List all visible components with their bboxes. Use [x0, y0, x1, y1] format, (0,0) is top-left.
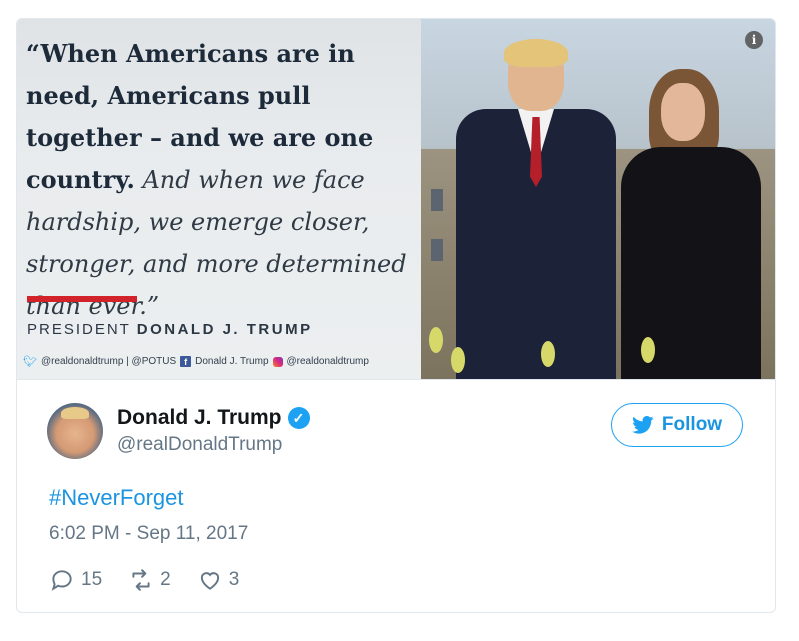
tweet-media[interactable]: “When Americans are in need, Americans p…	[17, 19, 775, 380]
flower	[429, 327, 443, 353]
tweet-actions: 15 2 3	[49, 567, 239, 593]
info-icon[interactable]: i	[745, 31, 763, 49]
hashtag-link[interactable]: #NeverForget	[49, 485, 184, 511]
quote-byline: PRESIDENT DONALD J. TRUMP	[27, 321, 313, 338]
twitter-bird-icon: 🐦︎	[23, 356, 37, 368]
quote-panel: “When Americans are in need, Americans p…	[17, 19, 421, 379]
woman-face	[661, 83, 705, 141]
retweet-icon	[132, 569, 150, 591]
facebook-icon: f	[180, 356, 192, 367]
byline-name: DONALD J. TRUMP	[136, 321, 313, 338]
author-display-name-row[interactable]: Donald J. Trump ✓	[117, 406, 310, 430]
retweet-count: 2	[160, 569, 171, 590]
flower	[641, 337, 655, 363]
verified-badge-icon: ✓	[287, 407, 310, 429]
like-action[interactable]: 3	[197, 567, 240, 593]
building-window	[431, 189, 443, 211]
twitter-bird-icon	[632, 416, 654, 434]
flower	[451, 347, 465, 373]
retweet-action[interactable]: 2	[128, 567, 171, 593]
heart-icon	[200, 572, 219, 590]
tweet-timestamp[interactable]: 6:02 PM - Sep 11, 2017	[49, 523, 248, 545]
social-facebook-text: Donald J. Trump	[195, 356, 269, 367]
man-hair	[504, 39, 568, 67]
author-handle[interactable]: @realDonaldTrump	[117, 434, 310, 456]
social-instagram-text: @realdonaldtrump	[286, 356, 369, 367]
red-divider	[27, 296, 137, 302]
like-count: 3	[228, 569, 240, 590]
social-twitter-text: @realdonaldtrump | @POTUS	[40, 356, 177, 367]
building-window	[431, 239, 443, 261]
quote-text: “When Americans are in need, Americans p…	[26, 33, 418, 327]
tweet-card: “When Americans are in need, Americans p…	[16, 18, 776, 613]
reply-icon	[51, 570, 72, 591]
photo-panel: i	[421, 19, 775, 379]
avatar[interactable]	[47, 403, 103, 459]
follow-button-label: Follow	[661, 414, 723, 435]
author-display-name[interactable]: Donald J. Trump	[117, 406, 282, 430]
instagram-icon	[272, 356, 283, 367]
foreground-flowers	[421, 319, 775, 379]
byline-prefix: PRESIDENT	[27, 321, 131, 338]
author-names: Donald J. Trump ✓ @realDonaldTrump	[117, 406, 310, 456]
tweet-author[interactable]: Donald J. Trump ✓ @realDonaldTrump	[47, 403, 310, 459]
reply-action[interactable]: 15	[49, 567, 102, 593]
social-handles: 🐦︎ @realdonaldtrump | @POTUS f Donald J.…	[23, 355, 369, 368]
flower	[541, 341, 555, 367]
reply-count: 15	[81, 569, 103, 590]
follow-button[interactable]: Follow	[611, 403, 743, 447]
